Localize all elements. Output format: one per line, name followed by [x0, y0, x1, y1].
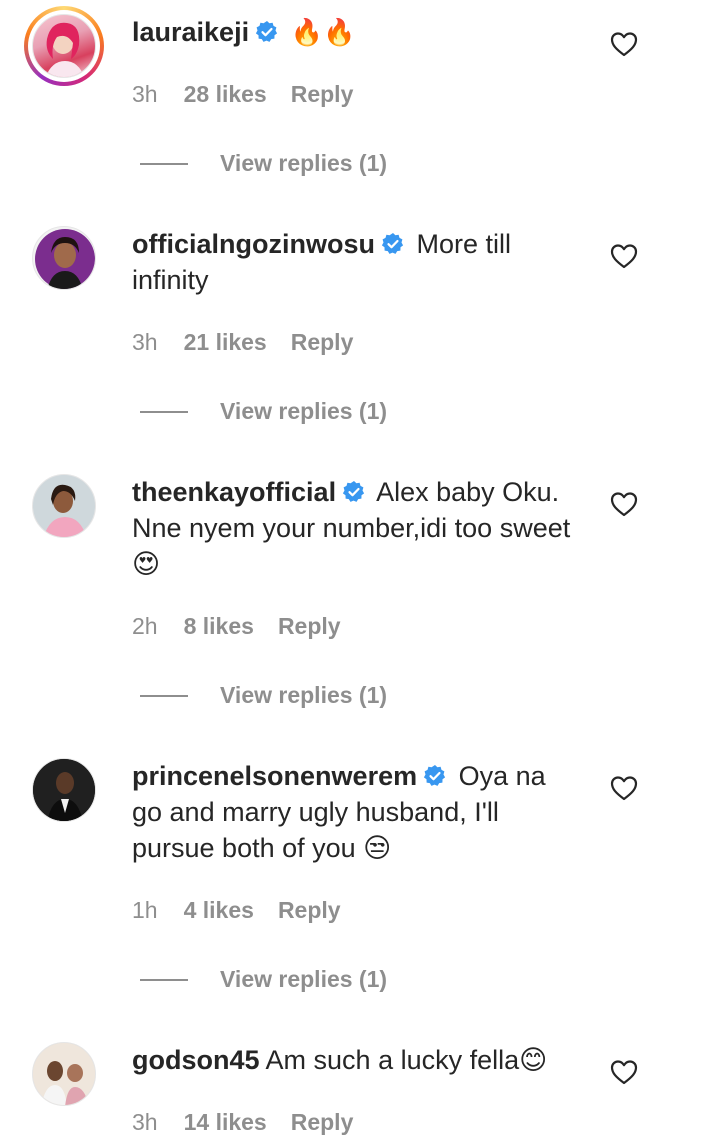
- view-replies-button[interactable]: View replies (1): [140, 682, 387, 709]
- divider: [140, 162, 188, 165]
- avatar: [32, 1042, 96, 1106]
- comment-text: Am such a lucky fella😊: [265, 1045, 548, 1075]
- avatar: [32, 14, 96, 78]
- comment-time: 3h: [132, 1109, 158, 1135]
- view-replies-button[interactable]: View replies (1): [140, 150, 387, 177]
- comment-time: 2h: [132, 613, 158, 639]
- comment-likes[interactable]: 14 likes: [184, 1109, 267, 1136]
- comment-meta: 3h 21 likes Reply: [132, 329, 353, 356]
- comment-body: lauraikeji 🔥🔥: [132, 14, 582, 50]
- avatar: [32, 226, 96, 290]
- divider: [140, 694, 188, 697]
- comment-username[interactable]: princenelsonenwerem: [132, 761, 417, 791]
- view-replies-button[interactable]: View replies (1): [140, 398, 387, 425]
- comment-username[interactable]: godson45: [132, 1045, 260, 1075]
- comment-body: theenkayofficial Alex baby Oku. Nne nyem…: [132, 474, 582, 582]
- heart-outline-icon[interactable]: [610, 243, 638, 269]
- comment-text: 🔥🔥: [290, 17, 356, 47]
- avatar-wrap[interactable]: [24, 1034, 104, 1114]
- comment-likes[interactable]: 4 likes: [184, 897, 254, 924]
- reply-button[interactable]: Reply: [291, 1109, 354, 1136]
- avatar: [32, 474, 96, 538]
- view-replies-button[interactable]: View replies (1): [140, 966, 387, 993]
- comment-likes[interactable]: 28 likes: [184, 81, 267, 108]
- avatar: [32, 758, 96, 822]
- comment-time: 1h: [132, 897, 158, 923]
- comment-username[interactable]: theenkayofficial: [132, 477, 336, 507]
- comment-username[interactable]: officialngozinwosu: [132, 229, 375, 259]
- divider: [140, 978, 188, 981]
- verified-badge-icon: [424, 765, 446, 786]
- heart-outline-icon[interactable]: [610, 31, 638, 57]
- reply-button[interactable]: Reply: [291, 329, 354, 356]
- comment-time: 3h: [132, 81, 158, 107]
- comment-body: officialngozinwosu More till infinity: [132, 226, 582, 298]
- reply-button[interactable]: Reply: [278, 613, 341, 640]
- comment-likes[interactable]: 8 likes: [184, 613, 254, 640]
- heart-outline-icon[interactable]: [610, 1059, 638, 1085]
- comment-username[interactable]: lauraikeji: [132, 17, 249, 47]
- heart-outline-icon[interactable]: [610, 491, 638, 517]
- heart-outline-icon[interactable]: [610, 775, 638, 801]
- comment-body: godson45 Am such a lucky fella😊: [132, 1042, 582, 1078]
- avatar-wrap[interactable]: [24, 218, 104, 298]
- reply-button[interactable]: Reply: [278, 897, 341, 924]
- verified-badge-icon: [342, 481, 365, 502]
- comment-meta: 3h 14 likes Reply: [132, 1109, 353, 1136]
- avatar-wrap[interactable]: [24, 466, 104, 546]
- comment-meta: 3h 28 likes Reply: [132, 81, 353, 108]
- comment-time: 3h: [132, 329, 158, 355]
- comment-meta: 2h 8 likes Reply: [132, 613, 341, 640]
- comment-likes[interactable]: 21 likes: [184, 329, 267, 356]
- reply-button[interactable]: Reply: [291, 81, 354, 108]
- divider: [140, 410, 188, 413]
- view-replies-label: View replies (1): [220, 966, 388, 992]
- verified-badge-icon: [381, 233, 404, 254]
- comment-meta: 1h 4 likes Reply: [132, 897, 341, 924]
- comment-body: princenelsonenwerem Oya na go and marry …: [132, 758, 582, 866]
- verified-badge-icon: [255, 21, 278, 42]
- view-replies-label: View replies (1): [220, 682, 388, 708]
- view-replies-label: View replies (1): [220, 398, 388, 424]
- avatar-story-ring[interactable]: [24, 6, 104, 86]
- avatar-wrap[interactable]: [24, 750, 104, 830]
- view-replies-label: View replies (1): [220, 150, 388, 176]
